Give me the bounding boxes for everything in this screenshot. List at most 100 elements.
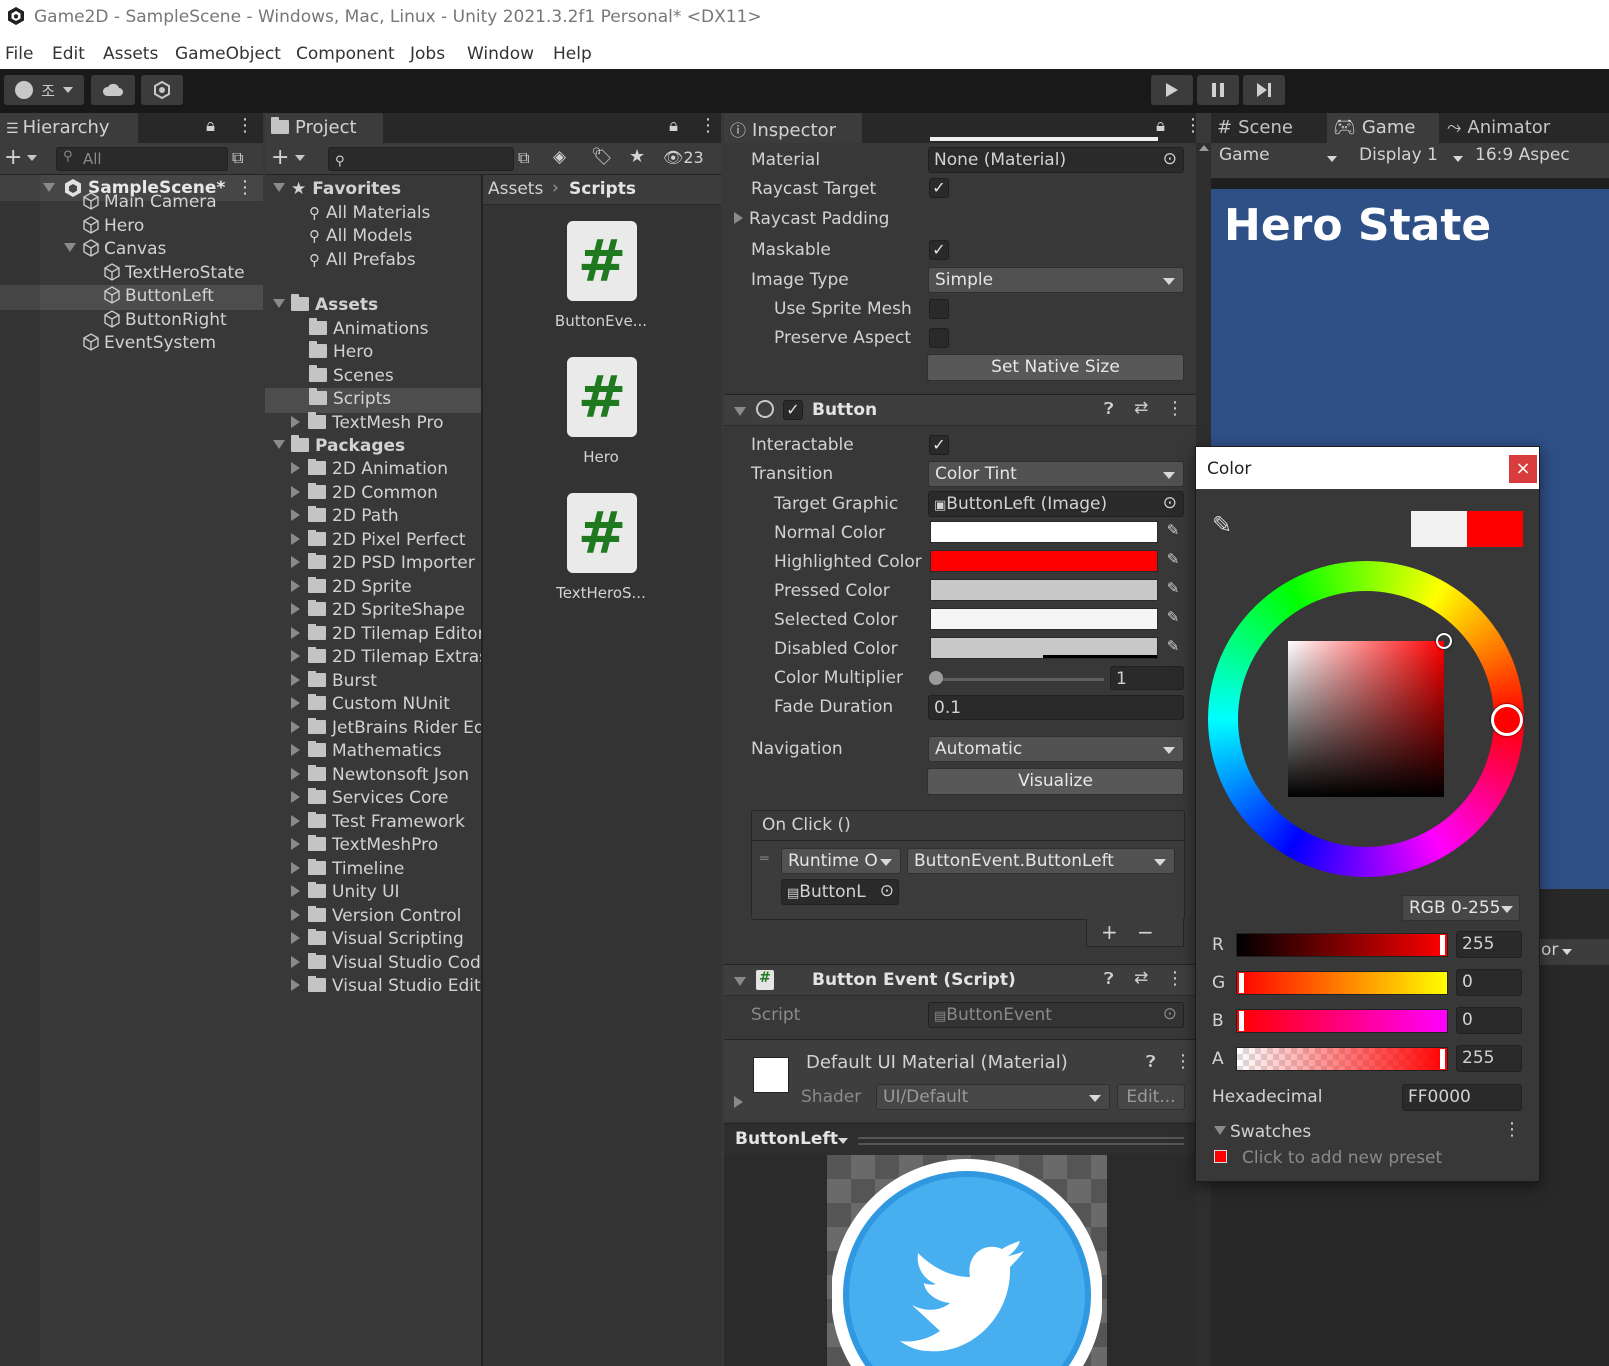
highlighted-color-swatch[interactable] (930, 550, 1158, 572)
package-item[interactable]: 2D Pixel Perfect (291, 529, 481, 550)
expand-arrow-icon[interactable] (291, 509, 300, 521)
expand-arrow-icon[interactable] (291, 485, 300, 498)
component-menu-icon[interactable]: ⋮ (1166, 968, 1184, 989)
menu-jobs[interactable]: Jobs (410, 44, 445, 64)
package-item[interactable]: Burst (291, 670, 481, 691)
expand-arrow-icon[interactable] (291, 955, 300, 968)
hierarchy-item-main-camera[interactable]: Main Camera (82, 192, 217, 212)
breadcrumb-scripts[interactable]: Scripts (569, 179, 636, 199)
b-slider-handle[interactable] (1239, 1011, 1244, 1031)
menu-gameobject[interactable]: GameObject (175, 44, 281, 64)
scroll-up-icon[interactable] (1199, 145, 1209, 151)
expand-arrow-icon[interactable] (1214, 1126, 1226, 1135)
package-item[interactable]: Visual Scripting (291, 929, 481, 949)
preview-header[interactable]: ButtonLeft (724, 1123, 1196, 1155)
package-item[interactable]: 2D Sprite (291, 576, 481, 597)
package-item[interactable]: 2D SpriteShape (291, 600, 481, 620)
package-item[interactable]: 2D Common (291, 482, 481, 503)
expand-arrow-icon[interactable] (291, 650, 300, 662)
remove-event-button[interactable]: − (1137, 920, 1154, 944)
collab-button[interactable] (141, 75, 183, 105)
transition-dropdown[interactable]: Color Tint (928, 461, 1184, 487)
package-item[interactable]: 2D Animation (291, 459, 481, 479)
assets-header[interactable]: Assets (273, 294, 378, 315)
interactable-checkbox[interactable]: ✓ (929, 435, 949, 455)
packages-header[interactable]: Packages (273, 435, 405, 456)
project-search-input[interactable]: ⚲ (328, 147, 514, 171)
expand-arrow-icon[interactable] (291, 932, 300, 944)
runtime-mode-dropdown[interactable]: Runtime O (781, 848, 901, 874)
expand-arrow-icon[interactable] (291, 626, 300, 639)
package-item[interactable]: Test Framework (291, 811, 481, 832)
expand-arrow-icon[interactable] (64, 243, 76, 252)
a-slider-handle[interactable] (1440, 1049, 1445, 1069)
package-item[interactable]: Timeline (291, 858, 481, 879)
presets-icon[interactable]: ⇄ (1134, 398, 1148, 418)
play-button[interactable] (1151, 75, 1193, 105)
swatches-foldout[interactable]: Swatches (1214, 1122, 1311, 1142)
button-enabled-checkbox[interactable]: ✓ (783, 400, 803, 420)
lock-icon[interactable]: 🔒︎ (1156, 116, 1165, 136)
expand-arrow-icon[interactable] (734, 407, 746, 416)
swatch-preset[interactable] (1214, 1150, 1227, 1163)
search-window-icon[interactable]: ⧉ (518, 148, 529, 168)
folder-item[interactable]: Animations (309, 318, 429, 339)
expand-arrow-icon[interactable] (291, 720, 300, 733)
package-item[interactable]: Unity UI (291, 882, 481, 902)
csharp-script-icon[interactable]: # (567, 357, 637, 437)
account-button[interactable]: 조 (4, 75, 84, 105)
previous-color-swatch[interactable] (1411, 511, 1467, 547)
tab-inspector[interactable]: ⓘ Inspector (724, 113, 862, 143)
more-menu-icon[interactable]: ⋮ (699, 115, 717, 136)
material-header[interactable]: Default UI Material (Material) ❓︎ ⋮ Shad… (724, 1039, 1196, 1121)
swatches-menu-icon[interactable]: ⋮ (1503, 1119, 1521, 1140)
scene-more-icon[interactable]: ⋮ (236, 177, 254, 198)
object-picker-icon[interactable]: ⊙ (880, 881, 894, 901)
csharp-script-icon[interactable]: # (567, 221, 637, 301)
favorite-item[interactable]: ⚲ All Models (309, 226, 412, 246)
favorites-header[interactable]: ★ Favorites (273, 179, 401, 199)
hierarchy-item-textherostate[interactable]: TextHeroState (103, 263, 245, 283)
eyedropper-icon[interactable]: ✎ (1162, 550, 1184, 572)
a-field[interactable]: 255 (1456, 1045, 1522, 1072)
tab-scene[interactable]: # Scene (1211, 113, 1326, 143)
expand-arrow-icon[interactable] (291, 744, 300, 756)
normal-color-swatch[interactable] (930, 521, 1158, 543)
hex-field[interactable]: FF0000 (1402, 1084, 1522, 1111)
file-name[interactable]: TextHeroS... (541, 584, 661, 602)
help-icon[interactable]: ❓︎ (1104, 399, 1114, 419)
expand-arrow-icon[interactable] (273, 183, 285, 192)
visualize-button[interactable]: Visualize (927, 768, 1184, 795)
b-slider[interactable] (1236, 1009, 1448, 1033)
image-type-dropdown[interactable]: Simple (928, 267, 1184, 293)
chevron-down-icon[interactable] (27, 155, 37, 161)
add-icon[interactable]: + (4, 145, 22, 170)
object-picker-icon[interactable]: ⊙ (1163, 149, 1177, 169)
expand-arrow-icon[interactable] (291, 673, 300, 686)
expand-arrow-icon[interactable] (291, 579, 300, 592)
object-picker-icon[interactable]: ⊙ (1163, 493, 1177, 513)
eyedropper-icon[interactable]: ✎ (1162, 608, 1184, 630)
menu-component[interactable]: Component (296, 44, 395, 64)
add-event-button[interactable]: + (1101, 920, 1118, 944)
hierarchy-item-buttonleft[interactable]: ButtonLeft (103, 286, 214, 306)
expand-arrow-icon[interactable] (734, 977, 746, 986)
expand-arrow-icon[interactable] (291, 697, 300, 709)
multiplier-slider-track[interactable] (934, 678, 1104, 681)
package-item[interactable]: Custom NUnit (291, 694, 481, 714)
menu-help[interactable]: Help (553, 44, 592, 64)
expand-arrow-icon[interactable] (291, 767, 300, 780)
r-field[interactable]: 255 (1456, 931, 1522, 958)
function-dropdown[interactable]: ButtonEvent.ButtonLeft (907, 848, 1175, 874)
package-item[interactable]: Version Control (291, 905, 481, 926)
component-menu-icon[interactable]: ⋮ (1174, 1051, 1192, 1072)
favorite-item[interactable]: ⚲ All Prefabs (309, 250, 416, 270)
expand-arrow-icon[interactable] (291, 861, 300, 874)
lock-icon[interactable]: 🔒︎ (206, 116, 215, 136)
package-item[interactable]: Visual Studio Code Editor (291, 952, 481, 973)
more-menu-icon[interactable]: ⋮ (236, 115, 254, 136)
color-mode-dropdown[interactable]: RGB 0-255 (1402, 895, 1520, 921)
multiplier-field[interactable]: 1 (1110, 666, 1184, 690)
expand-arrow-icon[interactable] (291, 556, 300, 568)
more-menu-icon[interactable]: ⋮ (1184, 115, 1196, 136)
